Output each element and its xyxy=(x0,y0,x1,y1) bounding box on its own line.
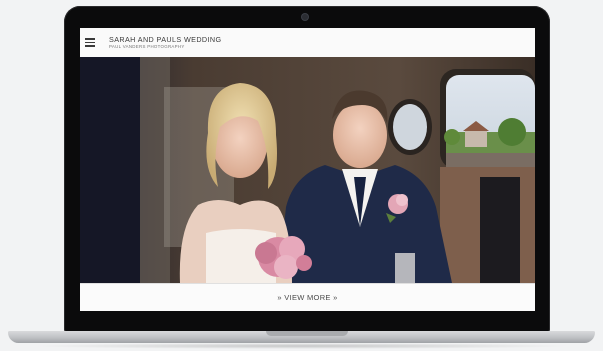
site-subtitle: PAUL VANDERS PHOTOGRAPHY xyxy=(109,44,185,49)
wedding-photo-illustration xyxy=(80,57,535,283)
site-header: SARAH AND PAULS WEDDING PAUL VANDERS PHO… xyxy=(80,28,535,58)
laptop-shadow xyxy=(30,343,573,349)
menu-icon[interactable] xyxy=(85,38,95,47)
browser-screen: SARAH AND PAULS WEDDING PAUL VANDERS PHO… xyxy=(80,28,535,311)
view-more-bar: » VIEW MORE » xyxy=(80,283,535,311)
view-more-button[interactable]: » VIEW MORE » xyxy=(80,293,535,302)
hero-photo xyxy=(80,57,535,283)
site-title[interactable]: SARAH AND PAULS WEDDING xyxy=(109,35,222,44)
camera-icon xyxy=(302,14,308,20)
laptop-notch xyxy=(266,331,348,336)
